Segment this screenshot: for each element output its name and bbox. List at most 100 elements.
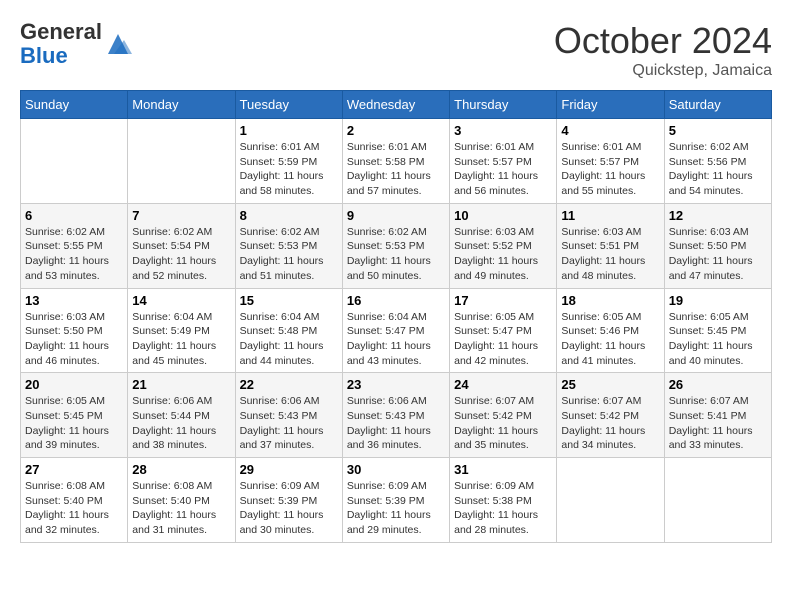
day-number: 2 [347,123,445,138]
calendar-cell: 16Sunrise: 6:04 AM Sunset: 5:47 PM Dayli… [342,288,449,373]
day-info: Sunrise: 6:02 AM Sunset: 5:55 PM Dayligh… [25,225,123,284]
day-number: 27 [25,462,123,477]
calendar-cell: 9 Sunrise: 6:02 AM Sunset: 5:53 PM Daylig… [342,203,449,288]
day-info: Sunrise: 6:05 AM Sunset: 5:47 PM Dayligh… [454,310,552,369]
month-title: October 2024 [554,20,772,62]
day-info: Sunrise: 6:02 AM Sunset: 5:54 PM Dayligh… [132,225,230,284]
day-info: Sunrise: 6:05 AM Sunset: 5:45 PM Dayligh… [25,394,123,453]
day-info: Sunrise: 6:03 AM Sunset: 5:52 PM Dayligh… [454,225,552,284]
calendar-cell: 31 Sunrise: 6:09 AM Sunset: 5:38 PM Dayli… [450,458,557,543]
day-info: Sunrise: 6:09 AM Sunset: 5:39 PM Dayligh… [240,479,338,538]
day-number: 22 [240,377,338,392]
week-row-4: 27 Sunrise: 6:08 AM Sunset: 5:40 PM Dayli… [21,458,772,543]
day-number: 15 [240,293,338,308]
day-info: Sunrise: 6:09 AM Sunset: 5:38 PM Dayligh… [454,479,552,538]
logo: General Blue [20,20,132,68]
day-info: Sunrise: 6:03 AM Sunset: 5:50 PM Dayligh… [25,310,123,369]
weekday-header-sunday: Sunday [21,91,128,119]
day-number: 28 [132,462,230,477]
calendar-cell [557,458,664,543]
calendar-cell: 5 Sunrise: 6:02 AM Sunset: 5:56 PM Daylig… [664,119,771,204]
week-row-1: 6 Sunrise: 6:02 AM Sunset: 5:55 PM Daylig… [21,203,772,288]
day-info: Sunrise: 6:06 AM Sunset: 5:43 PM Dayligh… [240,394,338,453]
calendar-cell: 15 Sunrise: 6:04 AM Sunset: 5:48 PM Dayli… [235,288,342,373]
day-info: Sunrise: 6:04 AM Sunset: 5:48 PM Dayligh… [240,310,338,369]
day-info: Sunrise: 6:05 AM Sunset: 5:46 PM Dayligh… [561,310,659,369]
calendar-cell: 25 Sunrise: 6:07 AM Sunset: 5:42 PM Dayli… [557,373,664,458]
day-number: 25 [561,377,659,392]
day-number: 23 [347,377,445,392]
logo-blue-text: Blue [20,43,68,68]
day-info: Sunrise: 6:06 AM Sunset: 5:43 PM Dayligh… [347,394,445,453]
calendar-cell: 20 Sunrise: 6:05 AM Sunset: 5:45 PM Dayli… [21,373,128,458]
calendar-cell: 22 Sunrise: 6:06 AM Sunset: 5:43 PM Dayli… [235,373,342,458]
day-info: Sunrise: 6:03 AM Sunset: 5:51 PM Dayligh… [561,225,659,284]
day-info: Sunrise: 6:02 AM Sunset: 5:53 PM Dayligh… [347,225,445,284]
calendar-cell: 6 Sunrise: 6:02 AM Sunset: 5:55 PM Daylig… [21,203,128,288]
calendar-cell: 26 Sunrise: 6:07 AM Sunset: 5:41 PM Dayli… [664,373,771,458]
calendar-cell: 12 Sunrise: 6:03 AM Sunset: 5:50 PM Dayli… [664,203,771,288]
logo-icon [104,30,132,58]
weekday-header-monday: Monday [128,91,235,119]
weekday-header-row: SundayMondayTuesdayWednesdayThursdayFrid… [21,91,772,119]
day-number: 20 [25,377,123,392]
day-number: 5 [669,123,767,138]
day-info: Sunrise: 6:01 AM Sunset: 5:59 PM Dayligh… [240,140,338,199]
day-number: 17 [454,293,552,308]
weekday-header-saturday: Saturday [664,91,771,119]
calendar-cell: 4Sunrise: 6:01 AM Sunset: 5:57 PM Daylig… [557,119,664,204]
logo-general-text: General [20,19,102,44]
day-info: Sunrise: 6:01 AM Sunset: 5:57 PM Dayligh… [454,140,552,199]
day-number: 13 [25,293,123,308]
day-number: 18 [561,293,659,308]
day-info: Sunrise: 6:09 AM Sunset: 5:39 PM Dayligh… [347,479,445,538]
day-info: Sunrise: 6:04 AM Sunset: 5:47 PM Dayligh… [347,310,445,369]
calendar-cell: 28Sunrise: 6:08 AM Sunset: 5:40 PM Dayli… [128,458,235,543]
day-number: 29 [240,462,338,477]
day-info: Sunrise: 6:02 AM Sunset: 5:56 PM Dayligh… [669,140,767,199]
calendar-cell: 21Sunrise: 6:06 AM Sunset: 5:44 PM Dayli… [128,373,235,458]
day-number: 19 [669,293,767,308]
day-number: 26 [669,377,767,392]
day-info: Sunrise: 6:04 AM Sunset: 5:49 PM Dayligh… [132,310,230,369]
day-number: 30 [347,462,445,477]
week-row-2: 13 Sunrise: 6:03 AM Sunset: 5:50 PM Dayli… [21,288,772,373]
calendar-cell: 8Sunrise: 6:02 AM Sunset: 5:53 PM Daylig… [235,203,342,288]
day-number: 1 [240,123,338,138]
day-number: 31 [454,462,552,477]
calendar-cell: 29 Sunrise: 6:09 AM Sunset: 5:39 PM Dayli… [235,458,342,543]
day-info: Sunrise: 6:01 AM Sunset: 5:57 PM Dayligh… [561,140,659,199]
day-number: 12 [669,208,767,223]
day-number: 6 [25,208,123,223]
day-number: 21 [132,377,230,392]
weekday-header-friday: Friday [557,91,664,119]
day-info: Sunrise: 6:07 AM Sunset: 5:41 PM Dayligh… [669,394,767,453]
calendar-cell [21,119,128,204]
calendar-cell: 24Sunrise: 6:07 AM Sunset: 5:42 PM Dayli… [450,373,557,458]
week-row-3: 20 Sunrise: 6:05 AM Sunset: 5:45 PM Dayli… [21,373,772,458]
day-info: Sunrise: 6:03 AM Sunset: 5:50 PM Dayligh… [669,225,767,284]
calendar-cell: 17 Sunrise: 6:05 AM Sunset: 5:47 PM Dayli… [450,288,557,373]
calendar-table: SundayMondayTuesdayWednesdayThursdayFrid… [20,90,772,543]
calendar-cell: 10Sunrise: 6:03 AM Sunset: 5:52 PM Dayli… [450,203,557,288]
calendar-cell: 1 Sunrise: 6:01 AM Sunset: 5:59 PM Daylig… [235,119,342,204]
calendar-cell: 2 Sunrise: 6:01 AM Sunset: 5:58 PM Daylig… [342,119,449,204]
calendar-cell [128,119,235,204]
calendar-cell: 13 Sunrise: 6:03 AM Sunset: 5:50 PM Dayli… [21,288,128,373]
location: Quickstep, Jamaica [554,62,772,80]
calendar-cell: 27 Sunrise: 6:08 AM Sunset: 5:40 PM Dayli… [21,458,128,543]
calendar-cell [664,458,771,543]
week-row-0: 1 Sunrise: 6:01 AM Sunset: 5:59 PM Daylig… [21,119,772,204]
day-number: 9 [347,208,445,223]
day-info: Sunrise: 6:07 AM Sunset: 5:42 PM Dayligh… [561,394,659,453]
day-info: Sunrise: 6:01 AM Sunset: 5:58 PM Dayligh… [347,140,445,199]
calendar-cell: 11Sunrise: 6:03 AM Sunset: 5:51 PM Dayli… [557,203,664,288]
day-info: Sunrise: 6:08 AM Sunset: 5:40 PM Dayligh… [25,479,123,538]
weekday-header-thursday: Thursday [450,91,557,119]
day-number: 7 [132,208,230,223]
calendar-cell: 3 Sunrise: 6:01 AM Sunset: 5:57 PM Daylig… [450,119,557,204]
title-block: October 2024 Quickstep, Jamaica [554,20,772,80]
calendar-cell: 18 Sunrise: 6:05 AM Sunset: 5:46 PM Dayli… [557,288,664,373]
calendar-cell: 14Sunrise: 6:04 AM Sunset: 5:49 PM Dayli… [128,288,235,373]
day-number: 3 [454,123,552,138]
